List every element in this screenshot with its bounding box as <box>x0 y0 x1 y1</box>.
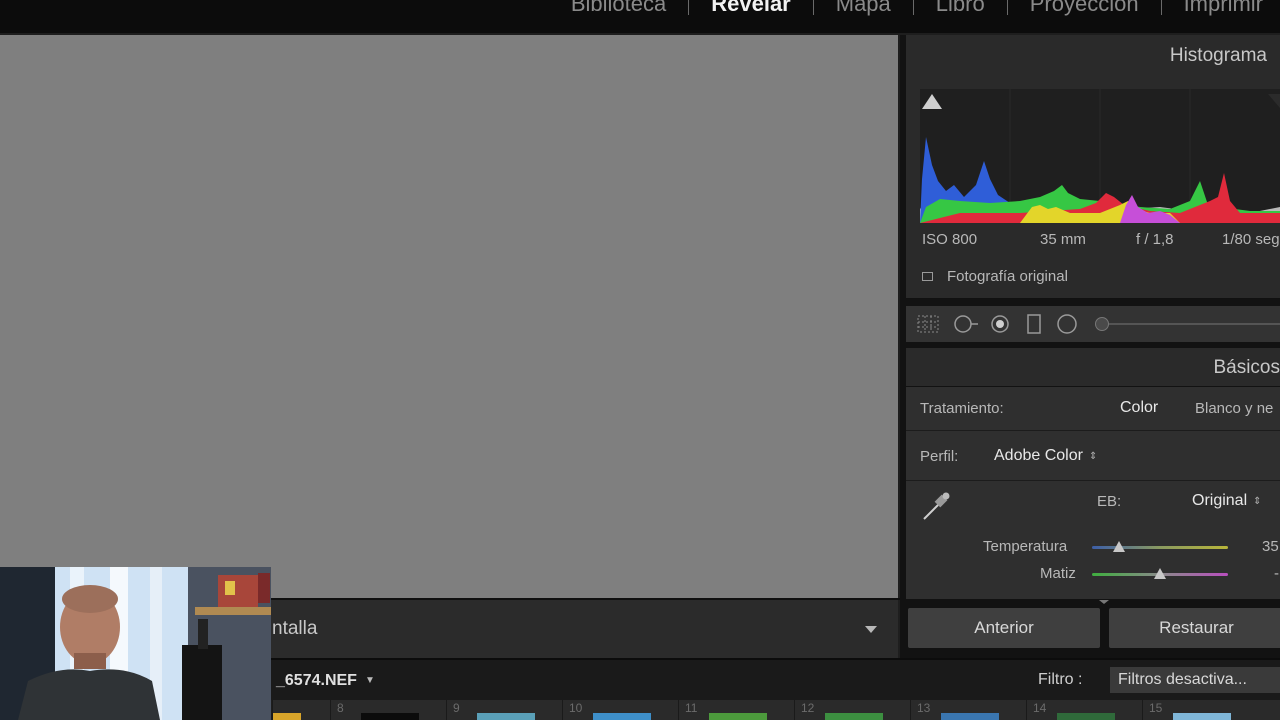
wb-value: Original <box>1192 492 1248 509</box>
thumbnail[interactable] <box>709 713 767 720</box>
module-revelar[interactable]: Revelar <box>689 0 813 18</box>
previous-button[interactable]: Anterior <box>908 608 1100 648</box>
module-mapa[interactable]: Mapa <box>814 0 913 18</box>
cell-number: 15 <box>1149 701 1163 715</box>
toolbar-menu-chevron-icon[interactable] <box>865 626 877 633</box>
module-biblioteca[interactable]: Biblioteca <box>549 0 688 18</box>
updown-icon: ⇕ <box>1253 496 1262 507</box>
exif-iso: ISO 800 <box>922 231 978 248</box>
filmstrip-cell[interactable]: 11 <box>678 700 795 720</box>
histogram-title[interactable]: Histograma <box>1170 45 1267 67</box>
red-eye-icon[interactable] <box>990 314 1010 334</box>
module-proyeccion[interactable]: Proyección <box>1008 0 1161 18</box>
panel-scroll-arrow-icon[interactable] <box>1099 600 1109 604</box>
treatment-label: Tratamiento: <box>920 400 1004 417</box>
chevron-down-icon: ▼ <box>364 675 375 686</box>
reset-button[interactable]: Restaurar <box>1109 608 1280 648</box>
image-canvas[interactable] <box>0 35 898 598</box>
webcam-image <box>0 567 271 720</box>
exif-aperture: f / 1,8 <box>1136 231 1174 248</box>
wb-select[interactable]: Original ⇕ <box>1192 492 1262 510</box>
module-libro[interactable]: Libro <box>914 0 1007 18</box>
tint-slider-knob[interactable] <box>1154 568 1166 579</box>
module-picker: Biblioteca Revelar Mapa Libro Proyección… <box>549 0 1280 18</box>
shadow-clipping-icon[interactable] <box>922 94 942 109</box>
thumbnail[interactable] <box>273 713 301 720</box>
cell-number: 11 <box>685 701 698 715</box>
filmstrip-cell[interactable]: 13 <box>910 700 1027 720</box>
module-bar: Biblioteca Revelar Mapa Libro Proyección… <box>0 0 1280 33</box>
thumbnail[interactable] <box>361 713 419 720</box>
temperature-label: Temperatura <box>983 538 1068 555</box>
panel-button-row: Anterior Restaurar <box>906 608 1280 656</box>
exif-shutter: 1/80 seg <box>1222 231 1280 248</box>
thumbnail[interactable] <box>593 713 651 720</box>
thumbnail[interactable] <box>941 713 999 720</box>
row-divider <box>906 480 1280 481</box>
temperature-value[interactable]: 35 <box>1262 538 1279 555</box>
filmstrip-cell[interactable]: 10 <box>562 700 679 720</box>
module-imprimir[interactable]: Imprimir <box>1162 0 1280 18</box>
treatment-bw-option[interactable]: Blanco y ne <box>1195 400 1273 417</box>
webcam-overlay <box>0 567 271 720</box>
develop-right-panel: Histograma ISO 800 35 mm f / 1,8 1/80 se… <box>900 35 1280 658</box>
thumbnail[interactable] <box>1057 713 1115 720</box>
original-photo-label: Fotografía original <box>947 268 1068 285</box>
filename-label: _6574.NEF <box>276 672 357 689</box>
row-divider <box>906 430 1280 431</box>
cell-number: 13 <box>917 701 931 715</box>
tool-size-slider-track[interactable] <box>1102 323 1280 325</box>
cell-number: 8 <box>337 701 344 715</box>
spot-removal-icon[interactable] <box>952 314 980 334</box>
filename-menu[interactable]: _6574.NEF ▼ <box>276 672 375 690</box>
basic-panel-title: Básicos <box>1213 357 1280 378</box>
updown-icon: ⇕ <box>1088 451 1098 462</box>
tint-value[interactable]: - <box>1274 565 1279 582</box>
filmstrip-cell[interactable]: 12 <box>794 700 911 720</box>
filmstrip-cell[interactable]: 8 <box>330 700 447 720</box>
view-mode-label[interactable]: ntalla <box>272 618 317 640</box>
tool-size-slider-knob[interactable] <box>1095 317 1109 331</box>
cell-number: 14 <box>1033 701 1047 715</box>
filter-dropdown[interactable]: Filtros desactiva... <box>1110 667 1280 693</box>
treatment-color-option[interactable]: Color <box>1120 399 1158 417</box>
radial-filter-icon[interactable] <box>1056 314 1078 334</box>
highlight-clipping-icon[interactable] <box>1268 94 1280 108</box>
crop-icon[interactable] <box>916 314 940 334</box>
basic-panel-body: Tratamiento: Color Blanco y ne Perfil: A… <box>906 387 1280 599</box>
filter-label: Filtro : <box>1038 671 1083 688</box>
tool-strip <box>906 306 1280 342</box>
profile-select[interactable]: Adobe Color ⇕ <box>994 447 1097 465</box>
histogram-panel: Histograma ISO 800 35 mm f / 1,8 1/80 se… <box>906 35 1280 299</box>
temperature-slider-knob[interactable] <box>1113 541 1126 552</box>
profile-label: Perfil: <box>920 448 959 465</box>
profile-value: Adobe Color <box>994 447 1083 464</box>
filmstrip-cell[interactable]: 9 <box>446 700 563 720</box>
thumbnail[interactable] <box>825 713 883 720</box>
cell-number: 12 <box>801 701 815 715</box>
exif-info: ISO 800 35 mm f / 1,8 1/80 seg <box>922 231 1280 251</box>
histogram-curves <box>920 89 1280 223</box>
graduated-filter-icon[interactable] <box>1026 314 1042 334</box>
cell-number: 9 <box>453 701 460 715</box>
filmstrip-cell[interactable]: 14 <box>1026 700 1143 720</box>
cell-number: 10 <box>569 701 583 715</box>
eyedropper-icon[interactable] <box>920 490 954 522</box>
wb-label: EB: <box>1097 493 1122 510</box>
thumbnail[interactable] <box>1173 713 1231 720</box>
filmstrip-thumbnails[interactable]: 8 9 10 11 12 13 14 15 <box>272 700 1280 720</box>
original-photo-checkbox[interactable] <box>922 272 933 281</box>
basic-panel-header[interactable]: Básicos <box>906 348 1280 386</box>
filmstrip-cell[interactable]: 15 <box>1142 700 1259 720</box>
histogram-graph[interactable] <box>920 89 1280 223</box>
thumbnail[interactable] <box>477 713 535 720</box>
tint-label: Matiz <box>1040 565 1076 582</box>
original-photo-toggle[interactable]: Fotografía original <box>922 268 1068 285</box>
exif-focal-length: 35 mm <box>1040 231 1086 248</box>
